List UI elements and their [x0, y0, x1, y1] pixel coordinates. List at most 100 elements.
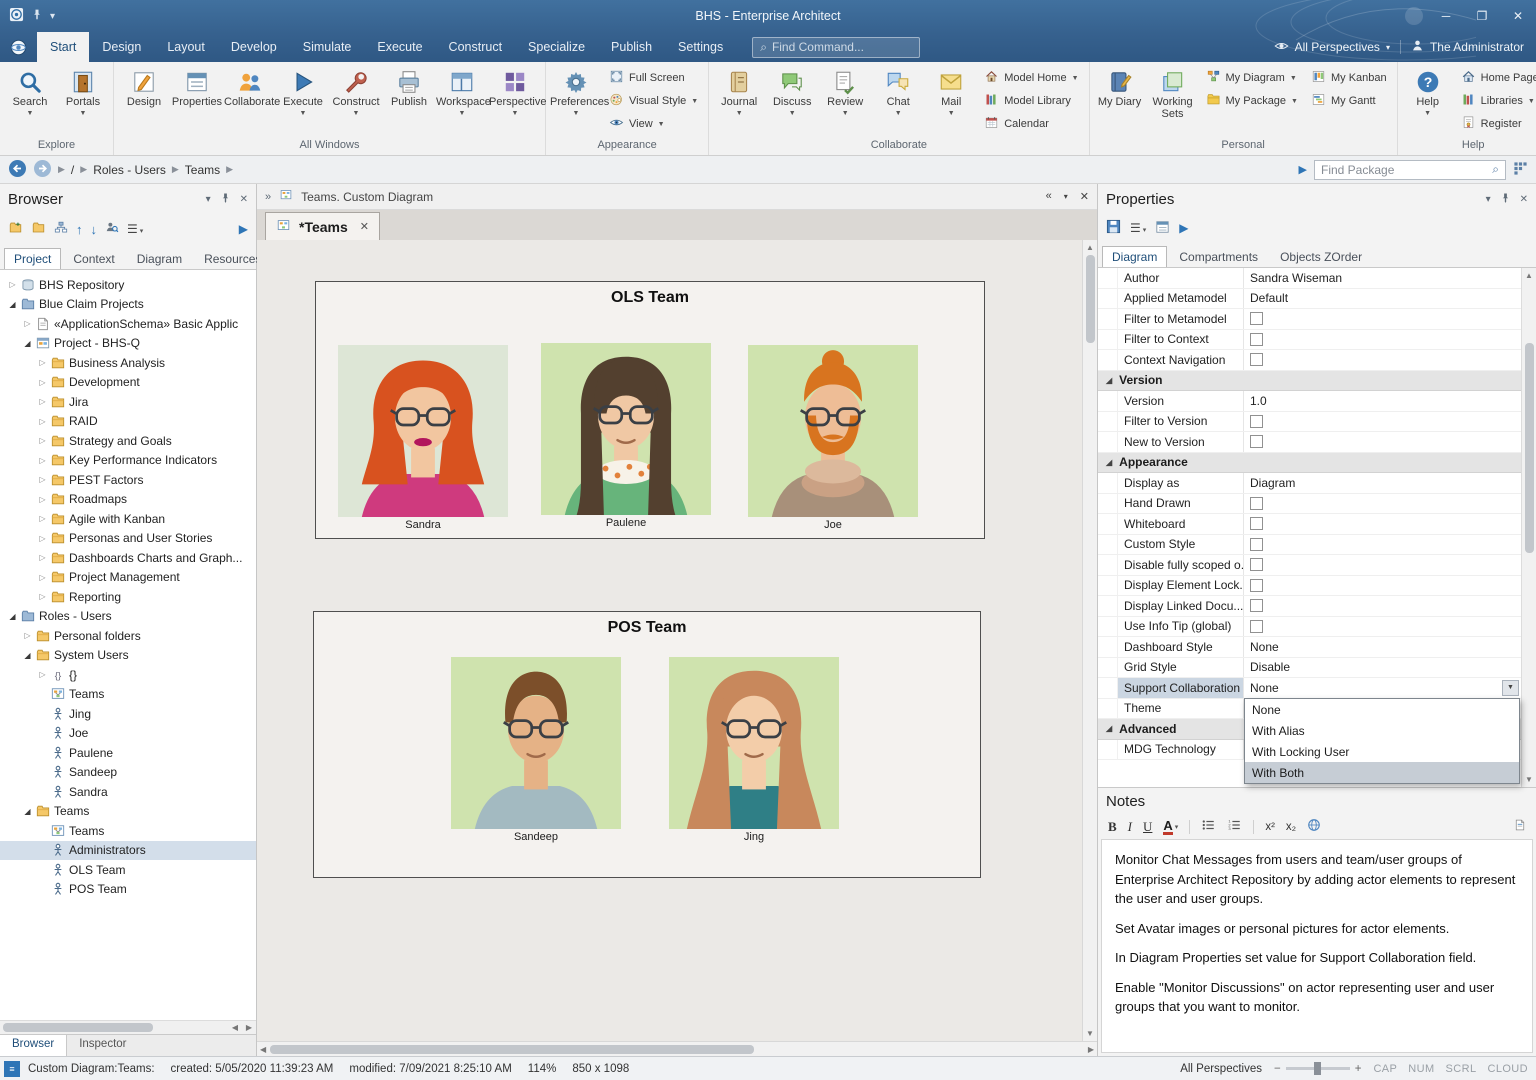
ribbon-button-execute[interactable]: Execute▼ [277, 65, 329, 138]
tree-item-personas-and-user-stories[interactable]: ▷ Personas and User Stories [0, 529, 256, 549]
browser-tab-context[interactable]: Context [63, 248, 124, 269]
close-view-icon[interactable]: ✕ [1080, 190, 1089, 203]
expand-arrow-icon[interactable]: ▷ [36, 475, 49, 484]
tree-item-jing[interactable]: Jing [0, 704, 256, 724]
canvas-horizontal-scrollbar[interactable]: ◀ ▶ [257, 1041, 1097, 1056]
avatar-jing[interactable] [669, 657, 839, 829]
tree-item-development[interactable]: ▷ Development [0, 373, 256, 393]
ribbon-button-search[interactable]: Search▼ [4, 65, 56, 138]
checkbox-display-element-lock[interactable] [1250, 579, 1263, 592]
font-color-dropdown-icon[interactable]: ▾ [1175, 823, 1179, 831]
checkbox-use-info-tip-global[interactable] [1250, 620, 1263, 633]
breadcrumb-root[interactable]: / [71, 163, 74, 177]
expand-arrow-icon[interactable]: ▷ [21, 631, 34, 640]
close-button[interactable]: ✕ [1500, 0, 1536, 32]
ribbon-button-preferences[interactable]: Preferences▼ [550, 65, 602, 138]
zoom-slider[interactable]: − + [1274, 1063, 1361, 1075]
properties-window-icon[interactable] [1155, 220, 1170, 237]
overflow-chevrons-icon[interactable]: » [265, 191, 271, 203]
expand-arrow-icon[interactable]: ▷ [36, 495, 49, 504]
tree-item-strategy-and-goals[interactable]: ▷ Strategy and Goals [0, 431, 256, 451]
ribbon-button-model-home[interactable]: Model Home▼ [981, 68, 1081, 88]
superscript-button[interactable]: x² [1265, 821, 1275, 833]
menu-tab-develop[interactable]: Develop [218, 32, 290, 62]
browser-tab-diagram[interactable]: Diagram [127, 248, 192, 269]
collapse-arrow-icon[interactable]: ◢ [6, 300, 19, 309]
avatar-joe[interactable] [748, 345, 918, 517]
breadcrumb-item-teams[interactable]: Teams [185, 163, 220, 177]
tree-item-blue-claim-projects[interactable]: ◢ Blue Claim Projects [0, 295, 256, 315]
tree-item-project-management[interactable]: ▷ Project Management [0, 568, 256, 588]
tree-item-teams[interactable]: ◢ Teams [0, 802, 256, 822]
ribbon-button-chat[interactable]: Chat▼ [872, 65, 924, 138]
property-row-dashboard-style[interactable]: Dashboard Style None [1098, 637, 1521, 658]
property-row-filter-to-metamodel[interactable]: Filter to Metamodel [1098, 309, 1521, 330]
browser-tab-project[interactable]: Project [4, 248, 61, 269]
pin-icon[interactable] [31, 8, 43, 24]
property-row-support-collaboration[interactable]: Support Collaboration None▼ [1098, 678, 1521, 699]
collapse-arrow-icon[interactable]: ◢ [21, 339, 34, 348]
tree-item-jira[interactable]: ▷ Jira [0, 392, 256, 412]
tree-item-roadmaps[interactable]: ▷ Roadmaps [0, 490, 256, 510]
move-down-icon[interactable]: ↓ [91, 222, 98, 237]
pin-icon[interactable] [1500, 192, 1511, 207]
tree-item-sandra[interactable]: Sandra [0, 782, 256, 802]
collapse-arrow-icon[interactable]: ◢ [21, 651, 34, 660]
qat-dropdown-icon[interactable]: ▾ [50, 11, 55, 22]
expand-arrow-icon[interactable]: ▷ [36, 456, 49, 465]
menu-tab-settings[interactable]: Settings [665, 32, 736, 62]
bullet-list-icon[interactable] [1201, 818, 1216, 835]
team-group-ols-team[interactable]: OLS Team Sandra Paulene Joe [315, 281, 985, 539]
expand-arrow-icon[interactable]: ▷ [36, 592, 49, 601]
expand-arrow-icon[interactable]: ▷ [36, 534, 49, 543]
expand-arrow-icon[interactable]: ▷ [36, 514, 49, 523]
expand-arrow-icon[interactable]: ▷ [36, 378, 49, 387]
ribbon-button-calendar[interactable]: Calendar [981, 114, 1081, 134]
status-perspectives[interactable]: All Perspectives [1180, 1063, 1262, 1075]
tree-item-teams[interactable]: Teams [0, 685, 256, 705]
property-row-hand-drawn[interactable]: Hand Drawn [1098, 494, 1521, 515]
hierarchy-icon[interactable] [54, 221, 68, 237]
checkbox-context-navigation[interactable] [1250, 353, 1263, 366]
properties-tab-compartments[interactable]: Compartments [1169, 246, 1268, 267]
close-tab-icon[interactable]: ✕ [360, 220, 369, 233]
ribbon-button-my-kanban[interactable]: My Kanban [1308, 68, 1390, 88]
tree-item-key-performance-indicators[interactable]: ▷ Key Performance Indicators [0, 451, 256, 471]
ribbon-button-visual-style[interactable]: Visual Style▼ [606, 91, 701, 111]
property-section-appearance[interactable]: ◢Appearance [1098, 453, 1521, 474]
ribbon-button-my-diary[interactable]: My Diary [1094, 65, 1146, 138]
property-row-filter-to-context[interactable]: Filter to Context [1098, 330, 1521, 351]
expand-arrow-icon[interactable]: ▷ [36, 358, 49, 367]
property-row-disable-fully-scoped-o[interactable]: Disable fully scoped o... [1098, 555, 1521, 576]
find-package-input[interactable]: Find Package ⌕ [1314, 160, 1506, 180]
ribbon-button-publish[interactable]: Publish [383, 65, 435, 138]
zoom-knob[interactable] [1314, 1062, 1321, 1075]
tree-item-business-analysis[interactable]: ▷ Business Analysis [0, 353, 256, 373]
expand-arrow-icon[interactable]: ▷ [36, 553, 49, 562]
pin-icon[interactable] [220, 192, 231, 207]
ribbon-button-review[interactable]: Review▼ [819, 65, 871, 138]
expand-arrow-icon[interactable]: ▷ [36, 670, 49, 679]
properties-tab-objects-zorder[interactable]: Objects ZOrder [1270, 246, 1372, 267]
find-command-box[interactable]: ⌕ Find Command... [752, 37, 920, 58]
user-search-icon[interactable] [105, 221, 119, 237]
view-menu-icon[interactable]: ▾ [1064, 190, 1068, 203]
save-icon[interactable] [1106, 219, 1121, 237]
expand-arrow-icon[interactable]: ▷ [36, 397, 49, 406]
tree-item-paulene[interactable]: Paulene [0, 743, 256, 763]
scroll-down-icon[interactable]: ▼ [1086, 1026, 1094, 1041]
diagram-canvas[interactable]: OLS Team Sandra Paulene Joe POS Team San… [257, 240, 1082, 1041]
perspectives-dropdown-icon[interactable]: ▾ [1386, 43, 1390, 52]
bold-button[interactable]: B [1108, 819, 1117, 835]
ribbon-button-discuss[interactable]: Discuss▼ [766, 65, 818, 138]
collapse-arrow-icon[interactable]: ◢ [6, 612, 19, 621]
expand-arrow-icon[interactable]: ▷ [36, 436, 49, 445]
checkbox-disable-fully-scoped-o[interactable] [1250, 558, 1263, 571]
ribbon-button-view[interactable]: View▼ [606, 114, 701, 134]
checkbox-filter-to-metamodel[interactable] [1250, 312, 1263, 325]
checkbox-filter-to-version[interactable] [1250, 415, 1263, 428]
checkbox-whiteboard[interactable] [1250, 517, 1263, 530]
property-row-use-info-tip-global[interactable]: Use Info Tip (global) [1098, 617, 1521, 638]
tree-item-reporting[interactable]: ▷ Reporting [0, 587, 256, 607]
scrollbar-thumb[interactable] [3, 1023, 153, 1032]
